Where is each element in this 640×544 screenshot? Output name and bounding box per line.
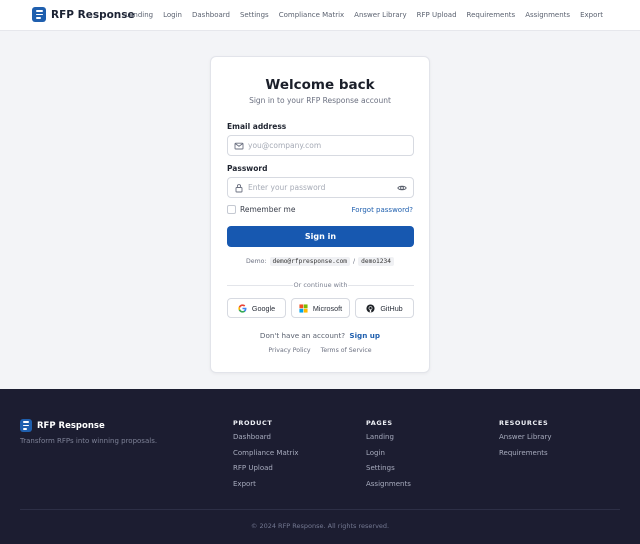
divider-text: Or continue with — [293, 281, 348, 289]
footer: RFP Response Transform RFPs into winning… — [0, 389, 640, 544]
microsoft-icon — [299, 303, 308, 313]
footer-link-assignments[interactable]: Assignments — [366, 480, 411, 490]
page-title: Welcome back — [265, 77, 375, 93]
google-button[interactable]: Google — [227, 298, 286, 318]
sign-up-link[interactable]: Sign up — [349, 331, 380, 340]
footer-link-export[interactable]: Export — [233, 480, 298, 490]
nav-rfp-upload[interactable]: RFP Upload — [417, 11, 457, 19]
footer-link-dashboard[interactable]: Dashboard — [233, 433, 298, 443]
remember-label: Remember me — [240, 205, 296, 214]
nav-login[interactable]: Login — [163, 11, 182, 19]
nav-landing[interactable]: Landing — [125, 11, 153, 19]
nav-requirements[interactable]: Requirements — [467, 11, 516, 19]
footer-column-title: PAGES — [366, 419, 393, 427]
brand[interactable]: RFP Response — [32, 7, 135, 22]
footer-link-answer-library[interactable]: Answer Library — [499, 433, 551, 443]
footer-column-resources: RESOURCES Answer Library Requirements — [499, 419, 551, 458]
privacy-policy-link[interactable]: Privacy Policy — [268, 347, 310, 354]
document-lines-icon — [20, 419, 32, 432]
document-lines-icon — [32, 7, 46, 22]
microsoft-button[interactable]: Microsoft — [291, 298, 350, 318]
nav-answer-library[interactable]: Answer Library — [354, 11, 406, 19]
demo-separator: / — [353, 258, 356, 265]
nav-settings[interactable]: Settings — [240, 11, 269, 19]
nav-dashboard[interactable]: Dashboard — [192, 11, 230, 19]
footer-link-compliance-matrix[interactable]: Compliance Matrix — [233, 449, 298, 459]
sign-in-button[interactable]: Sign in — [227, 226, 414, 247]
signup-prompt: Don't have an account? Sign up — [211, 331, 429, 340]
divider: Or continue with — [227, 281, 414, 289]
demo-credentials: Demo: demo@rfpresponse.com / demo1234 — [211, 257, 429, 266]
google-icon — [238, 303, 247, 313]
email-label: Email address — [227, 122, 287, 131]
footer-column-title: PRODUCT — [233, 419, 273, 427]
password-input[interactable] — [248, 178, 393, 197]
eye-icon[interactable] — [397, 183, 407, 193]
password-label: Password — [227, 164, 268, 173]
github-button[interactable]: GitHub — [355, 298, 414, 318]
demo-label: Demo: — [246, 258, 267, 265]
remember-checkbox[interactable] — [227, 205, 236, 214]
footer-divider — [20, 509, 620, 510]
terms-of-service-link[interactable]: Terms of Service — [321, 347, 372, 354]
nav-compliance-matrix[interactable]: Compliance Matrix — [279, 11, 344, 19]
copyright: © 2024 RFP Response. All rights reserved… — [250, 522, 390, 530]
email-input[interactable] — [248, 136, 393, 155]
footer-tagline: Transform RFPs into winning proposals. — [20, 437, 158, 445]
email-field-wrapper — [227, 135, 414, 156]
lock-icon — [235, 184, 243, 193]
nav-export[interactable]: Export — [580, 11, 603, 19]
footer-brand[interactable]: RFP Response — [20, 419, 105, 432]
password-field-wrapper — [227, 177, 414, 198]
forgot-password-link[interactable]: Forgot password? — [352, 206, 413, 214]
footer-brand-name: RFP Response — [37, 420, 105, 431]
footer-column-title: RESOURCES — [499, 419, 549, 427]
legal-links: Privacy Policy Terms of Service — [211, 347, 429, 354]
footer-column-product: PRODUCT Dashboard Compliance Matrix RFP … — [233, 419, 298, 489]
demo-email: demo@rfpresponse.com — [269, 257, 351, 266]
github-icon — [366, 303, 375, 313]
main-nav: Landing Login Dashboard Settings Complia… — [125, 11, 603, 19]
github-label: GitHub — [380, 303, 403, 313]
nav-assignments[interactable]: Assignments — [525, 11, 570, 19]
no-account-text: Don't have an account? — [259, 331, 346, 340]
login-card: Welcome back Sign in to your RFP Respons… — [210, 56, 430, 373]
footer-link-rfp-upload[interactable]: RFP Upload — [233, 464, 298, 474]
footer-link-landing[interactable]: Landing — [366, 433, 411, 443]
mail-icon — [234, 142, 244, 150]
microsoft-label: Microsoft — [312, 303, 343, 313]
page-subtitle: Sign in to your RFP Response account — [249, 96, 391, 105]
google-label: Google — [251, 303, 276, 313]
footer-link-settings[interactable]: Settings — [366, 464, 411, 474]
footer-link-requirements[interactable]: Requirements — [499, 449, 551, 459]
brand-name: RFP Response — [51, 8, 135, 21]
top-navbar: RFP Response Landing Login Dashboard Set… — [0, 0, 640, 31]
footer-column-pages: PAGES Landing Login Settings Assignments — [366, 419, 411, 489]
footer-link-login[interactable]: Login — [366, 449, 411, 459]
demo-password: demo1234 — [358, 257, 394, 266]
remember-me[interactable]: Remember me — [227, 205, 295, 214]
